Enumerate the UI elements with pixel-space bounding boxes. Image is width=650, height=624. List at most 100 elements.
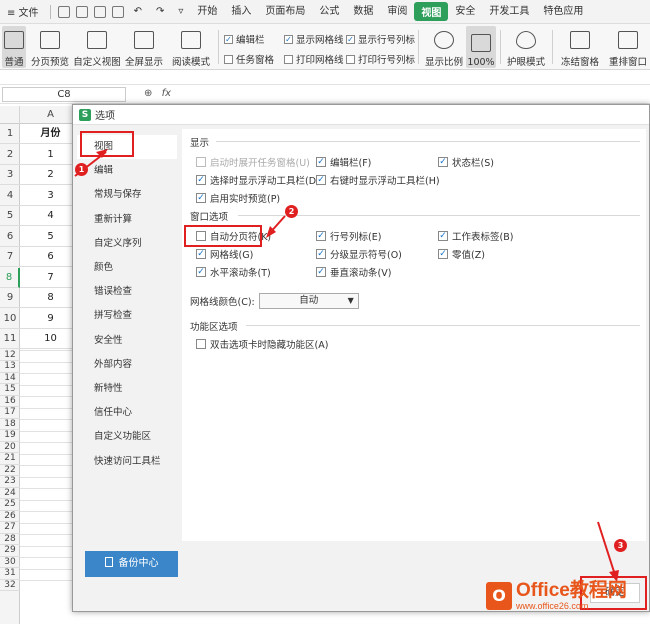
row-header-cell[interactable]: 9 — [0, 288, 20, 308]
option-checkbox[interactable]: ✓ 水平滚动条(T) — [196, 265, 271, 279]
nav-item[interactable]: 新特性 — [77, 377, 177, 401]
name-box[interactable]: C8 — [2, 87, 126, 102]
row-header-cell[interactable]: 15 — [0, 384, 20, 396]
row-header-cell[interactable]: 7 — [0, 247, 20, 267]
option-checkbox[interactable]: ✓ 行号列标(E) — [316, 229, 381, 243]
nav-item[interactable]: 编辑 — [77, 159, 177, 183]
row-header-cell[interactable]: 31 — [0, 568, 20, 580]
menu-tab[interactable]: 视图 — [414, 2, 449, 21]
redo-icon[interactable]: ↷ — [149, 6, 171, 17]
menu-tab[interactable]: 页面布局 — [258, 2, 312, 21]
menu-tab[interactable]: 开始 — [190, 2, 224, 21]
row-header-cell[interactable]: 2 — [0, 145, 20, 165]
nav-item[interactable]: 快速访问工具栏 — [77, 450, 177, 474]
page-break-preview-button[interactable]: 分页预览 — [30, 26, 70, 68]
row-header-cell[interactable]: 21 — [0, 453, 20, 465]
custom-view-button[interactable]: 自定义视图 — [73, 26, 121, 68]
option-checkbox[interactable]: ✓ 右键时显示浮动工具栏(H) — [316, 173, 440, 187]
nav-item[interactable]: 自定义功能区 — [77, 425, 177, 449]
row-header-cell[interactable]: 22 — [0, 465, 20, 476]
menu-tab[interactable]: 插入 — [224, 2, 258, 21]
formula-bar-checkbox[interactable]: ✓ 编辑栏 — [224, 32, 265, 46]
row-header-cell[interactable]: 28 — [0, 534, 20, 545]
nav-item[interactable]: 重新计算 — [77, 208, 177, 232]
row-header-cell[interactable]: 18 — [0, 419, 20, 430]
backup-center-button[interactable]: 备份中心 — [85, 551, 178, 577]
export-icon[interactable] — [111, 5, 124, 18]
zoom-formula-icon[interactable]: ⊕ — [144, 88, 152, 99]
fullscreen-button[interactable]: 全屏显示 — [124, 26, 164, 68]
row-header-cell[interactable]: 20 — [0, 442, 20, 453]
row-header-cell[interactable]: 14 — [0, 373, 20, 384]
eye-protection-button[interactable]: 护眼模式 — [504, 26, 548, 68]
fx-icon[interactable]: fx — [162, 88, 171, 99]
show-gridlines-checkbox[interactable]: ✓ 显示网格线 — [284, 32, 344, 46]
row-header-cell[interactable]: 17 — [0, 407, 20, 419]
menu-tab[interactable]: 特色应用 — [536, 2, 590, 21]
select-all-corner[interactable] — [0, 106, 20, 124]
row-header-cell[interactable]: 12 — [0, 350, 20, 361]
zoom-100-button[interactable]: 100% — [466, 26, 496, 68]
gridline-color-select[interactable]: 自动 ▼ — [258, 293, 359, 309]
nav-item[interactable]: 常规与保存 — [77, 183, 177, 207]
row-header-cell[interactable]: 10 — [0, 309, 20, 329]
row-header-cell[interactable]: 25 — [0, 499, 20, 511]
row-header-cell[interactable]: 4 — [0, 186, 20, 206]
row-header-cell[interactable]: 29 — [0, 545, 20, 557]
nav-item[interactable]: 错误检查 — [77, 280, 177, 304]
row-header-cell[interactable]: 5 — [0, 206, 20, 226]
grid-line — [20, 419, 80, 420]
menu-tab[interactable]: 安全 — [448, 2, 482, 21]
save-icon[interactable] — [57, 5, 70, 18]
row-header-cell[interactable]: 6 — [0, 227, 20, 247]
file-menu[interactable]: ≡ 文件 — [0, 4, 46, 19]
zoom-ratio-button[interactable]: 显示比例 — [424, 26, 464, 68]
print-gridlines-checkbox[interactable]: 打印网格线 — [284, 52, 344, 66]
task-pane-checkbox[interactable]: 任务窗格 — [224, 52, 274, 66]
print-preview-icon[interactable] — [75, 5, 88, 18]
menu-tab[interactable]: 数据 — [346, 2, 380, 21]
row-header-cell[interactable]: 23 — [0, 476, 20, 488]
row-header-cell[interactable]: 11 — [0, 329, 20, 349]
option-checkbox[interactable]: ✓ 编辑栏(F) — [316, 155, 371, 169]
nav-item[interactable]: 安全性 — [77, 329, 177, 353]
option-checkbox[interactable]: ✓ 分级显示符号(O) — [316, 247, 402, 261]
option-checkbox[interactable]: ✓ 工作表标签(B) — [438, 229, 513, 243]
row-header-cell[interactable]: 3 — [0, 165, 20, 185]
nav-item[interactable]: 自定义序列 — [77, 232, 177, 256]
row-header-cell[interactable]: 24 — [0, 488, 20, 499]
print-icon[interactable] — [93, 5, 106, 18]
nav-item[interactable]: 颜色 — [77, 256, 177, 280]
normal-view-button[interactable]: 普通 — [2, 26, 26, 68]
row-header-cell[interactable]: 8 — [0, 267, 20, 288]
menu-tab[interactable]: 审阅 — [380, 2, 414, 21]
option-checkbox[interactable]: ✓ 状态栏(S) — [438, 155, 494, 169]
option-checkbox[interactable]: ✓ 垂直滚动条(V) — [316, 265, 391, 279]
row-header-cell[interactable]: 16 — [0, 396, 20, 407]
option-checkbox[interactable]: ✓ 选择时显示浮动工具栏(D) — [196, 173, 320, 187]
freeze-panes-button[interactable]: 冻结窗格 — [556, 26, 604, 68]
undo-icon[interactable]: ↶ — [127, 6, 149, 17]
option-checkbox[interactable]: ✓ 零值(Z) — [438, 247, 485, 261]
option-checkbox[interactable]: ✓ 网格线(G) — [196, 247, 253, 261]
quick-access-dropdown-icon[interactable]: ▿ — [171, 6, 190, 17]
nav-item[interactable]: 外部内容 — [77, 353, 177, 377]
hide-ribbon-on-dblclick-checkbox[interactable]: 双击选项卡时隐藏功能区(A) — [196, 337, 328, 351]
option-checkbox[interactable]: ✓ 启用实时预览(P) — [196, 191, 280, 205]
row-header-cell[interactable]: 27 — [0, 522, 20, 534]
reading-mode-button[interactable]: 阅读模式 — [168, 26, 214, 68]
print-headers-checkbox[interactable]: 打印行号列标 — [346, 52, 415, 66]
menu-tab[interactable]: 开发工具 — [482, 2, 536, 21]
nav-item[interactable]: 信任中心 — [77, 401, 177, 425]
row-header-cell[interactable]: 30 — [0, 557, 20, 568]
option-checkbox[interactable]: 启动时展开任务窗格(U) — [196, 155, 310, 169]
row-header-cell[interactable]: 26 — [0, 511, 20, 522]
row-header-cell[interactable]: 13 — [0, 361, 20, 373]
row-header-cell[interactable]: 19 — [0, 430, 20, 442]
menu-tab[interactable]: 公式 — [312, 2, 346, 21]
row-header-cell[interactable]: 32 — [0, 580, 20, 591]
show-headers-checkbox[interactable]: ✓ 显示行号列标 — [346, 32, 415, 46]
row-header-cell[interactable]: 1 — [0, 124, 20, 144]
rearrange-windows-button[interactable]: 重排窗口 — [606, 26, 650, 68]
nav-item[interactable]: 拼写检查 — [77, 304, 177, 328]
